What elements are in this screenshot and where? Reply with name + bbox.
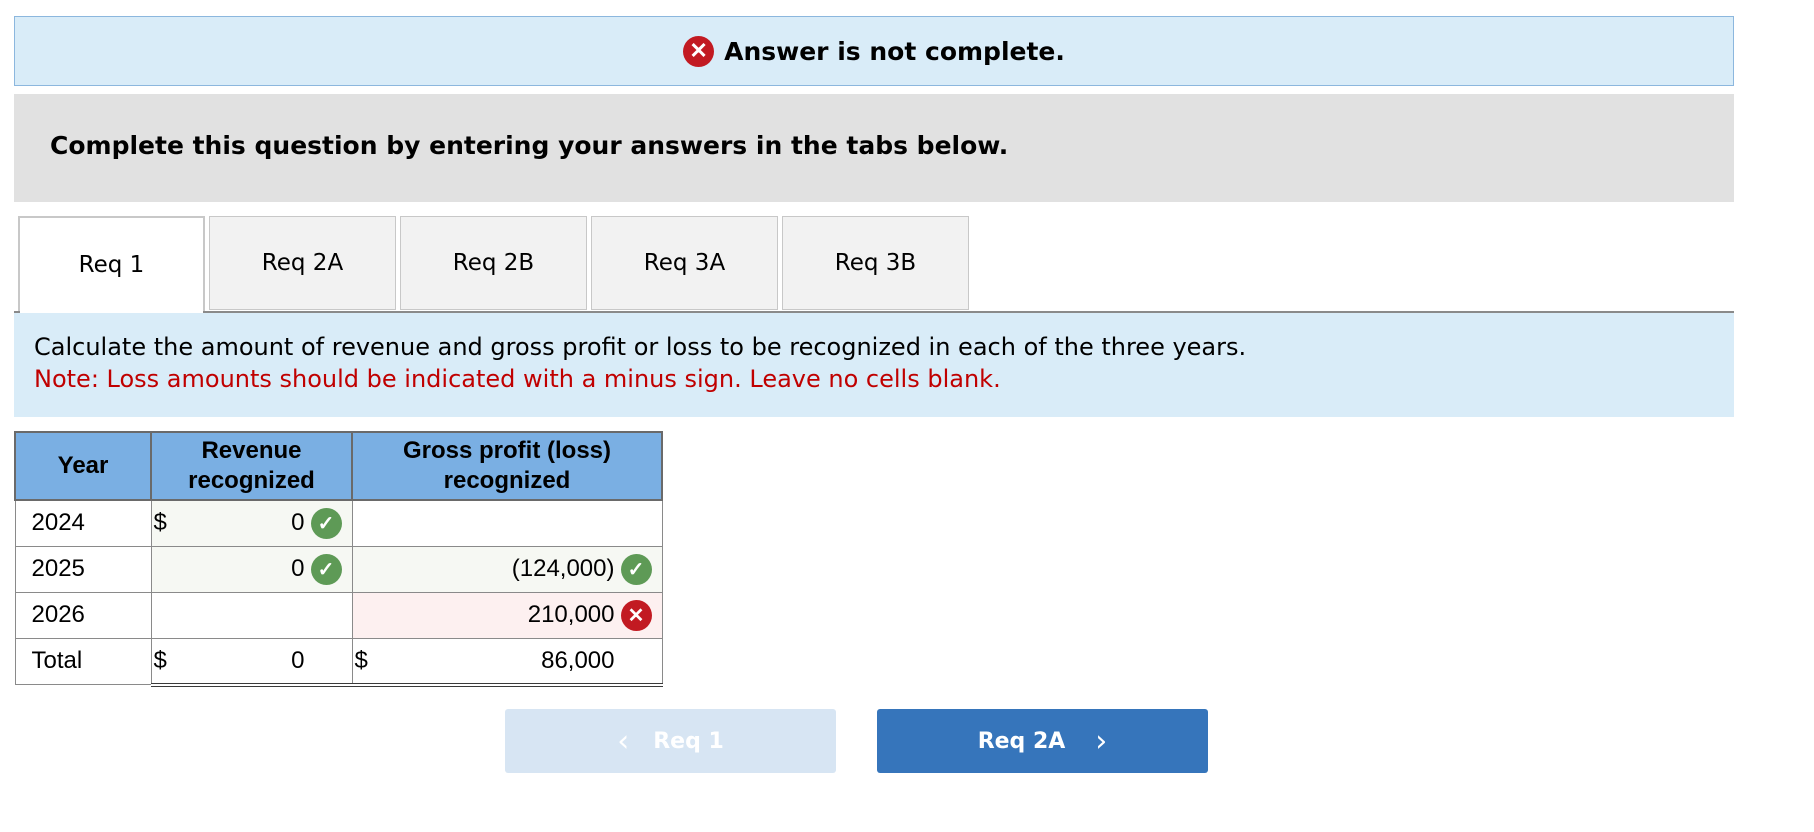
gross-profit-input-2024[interactable] bbox=[351, 499, 663, 547]
instructions-panel: Complete this question by entering your … bbox=[14, 94, 1734, 202]
revenue-input-2025[interactable]: 0 ✓ bbox=[150, 545, 353, 593]
header-year: Year bbox=[14, 431, 152, 501]
header-revenue: Revenue recognized bbox=[150, 431, 353, 501]
answer-status-text: Answer is not complete. bbox=[724, 36, 1065, 66]
gross-profit-input-2026[interactable]: 210,000 ✕ bbox=[351, 591, 663, 639]
year-cell: 2025 bbox=[14, 545, 152, 593]
revenue-total-value: 0 bbox=[291, 646, 305, 674]
chevron-right-icon: › bbox=[1095, 723, 1108, 759]
requirement-tabs: Req 1 Req 2A Req 2B Req 3A Req 3B bbox=[18, 216, 969, 312]
revenue-input-2024[interactable]: $ 0 ✓ bbox=[150, 499, 353, 547]
tab-req-2b[interactable]: Req 2B bbox=[400, 216, 587, 310]
revenue-value: 0 bbox=[291, 555, 305, 582]
tab-req-1[interactable]: Req 1 bbox=[18, 216, 205, 312]
header-gross-profit: Gross profit (loss) recognized bbox=[351, 431, 663, 501]
gross-profit-input-2025[interactable]: (124,000) ✓ bbox=[351, 545, 663, 593]
correct-check-icon: ✓ bbox=[310, 507, 342, 539]
revenue-input-2026[interactable] bbox=[150, 591, 353, 639]
error-x-icon: ✕ bbox=[683, 35, 715, 67]
prompt-text: Calculate the amount of revenue and gros… bbox=[34, 333, 1247, 361]
table-header-row: Year Revenue recognized Gross profit (lo… bbox=[14, 431, 663, 501]
gross-profit-value: 210,000 bbox=[527, 601, 615, 628]
gross-profit-total: $ 86,000 bbox=[351, 637, 663, 687]
year-cell: 2024 bbox=[14, 499, 152, 547]
revenue-total: $ 0 bbox=[150, 637, 353, 687]
next-req-label: Req 2A bbox=[977, 728, 1066, 754]
incorrect-x-icon: ✕ bbox=[620, 599, 652, 631]
tab-req-2a[interactable]: Req 2A bbox=[209, 216, 396, 310]
currency-symbol: $ bbox=[153, 509, 167, 537]
answer-status-banner: ✕ Answer is not complete. bbox=[14, 16, 1734, 86]
year-cell: 2026 bbox=[14, 591, 152, 639]
currency-symbol: $ bbox=[354, 646, 368, 674]
total-row: Total $ 0 $ 86,000 bbox=[14, 637, 663, 687]
table-row: 2025 0 ✓ (124,000) ✓ bbox=[14, 545, 663, 593]
gross-profit-value: (124,000) bbox=[511, 555, 615, 582]
question-prompt: Calculate the amount of revenue and gros… bbox=[14, 313, 1734, 417]
chevron-left-icon: ‹ bbox=[617, 723, 630, 759]
correct-check-icon: ✓ bbox=[310, 553, 342, 585]
total-label: Total bbox=[14, 637, 152, 685]
next-req-button[interactable]: Req 2A › bbox=[877, 709, 1208, 773]
tab-req-3a[interactable]: Req 3A bbox=[591, 216, 778, 310]
tab-req-3b[interactable]: Req 3B bbox=[782, 216, 969, 310]
prompt-note: Note: Loss amounts should be indicated w… bbox=[34, 365, 1001, 393]
instructions-text: Complete this question by entering your … bbox=[50, 130, 1009, 160]
table-row: 2026 210,000 ✕ bbox=[14, 591, 663, 639]
answer-table: Year Revenue recognized Gross profit (lo… bbox=[14, 431, 663, 687]
correct-check-icon: ✓ bbox=[620, 553, 652, 585]
currency-symbol: $ bbox=[153, 646, 167, 674]
table-row: 2024 $ 0 ✓ bbox=[14, 499, 663, 547]
prev-req-label: Req 1 bbox=[653, 728, 724, 754]
revenue-value: 0 bbox=[291, 509, 305, 537]
gross-profit-total-value: 86,000 bbox=[541, 646, 615, 674]
prev-req-button[interactable]: ‹ Req 1 bbox=[505, 709, 836, 773]
